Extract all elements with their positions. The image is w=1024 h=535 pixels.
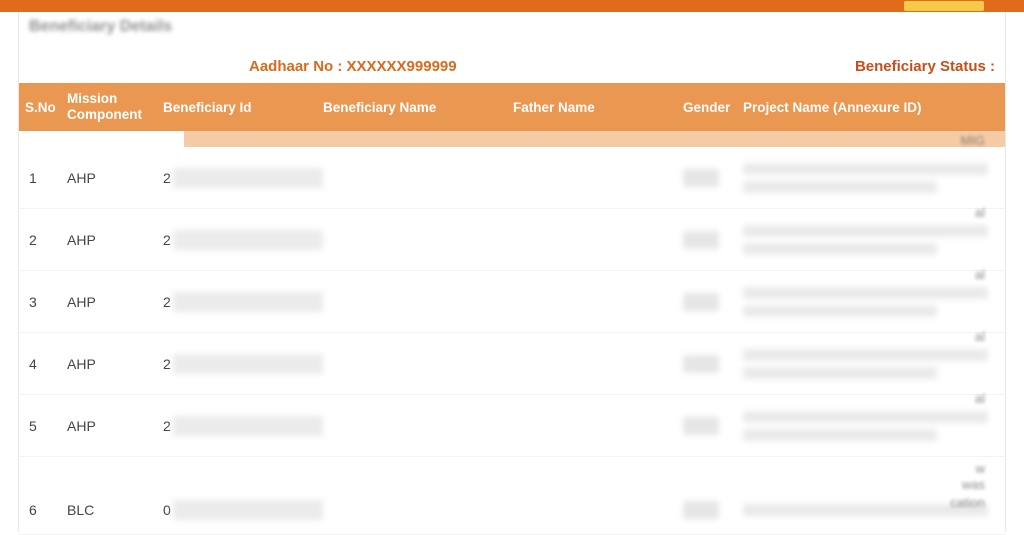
cell-sno: 4 (19, 356, 63, 372)
blur-gender (683, 293, 719, 311)
cell-mission: AHP (63, 294, 163, 310)
edge-text: al (975, 205, 985, 220)
edge-text: cation (950, 495, 985, 510)
edge-text: MIG (960, 133, 985, 148)
header-benname: Beneficiary Name (323, 100, 513, 115)
cell-mission: AHP (63, 418, 163, 434)
blur-gender (683, 417, 719, 435)
cell-sno: 2 (19, 232, 63, 248)
content-container: Beneficiary Details Aadhaar No : XXXXXX9… (18, 12, 1006, 532)
cell-project (743, 349, 1005, 379)
blur-line (743, 243, 937, 255)
cell-gender (683, 417, 743, 435)
edge-text: al (975, 391, 985, 406)
edge-text: w (976, 461, 985, 476)
header-gender: Gender (683, 100, 743, 115)
info-row: Aadhaar No : XXXXXX999999 Beneficiary St… (19, 46, 1005, 83)
table-row: 4 AHP 2 al (19, 333, 1005, 395)
cell-benid: 2 (163, 230, 323, 250)
table-row: 2 AHP 2 al (19, 209, 1005, 271)
cell-mission: AHP (63, 232, 163, 248)
blur-benid (173, 168, 323, 188)
blur-gender (683, 231, 719, 249)
cell-benid: 2 (163, 354, 323, 374)
cell-project (743, 287, 1005, 317)
blur-line (743, 181, 937, 193)
cell-gender (683, 355, 743, 373)
blur-gender (683, 355, 719, 373)
blur-line (743, 429, 937, 441)
cell-sno: 1 (19, 170, 63, 186)
cell-benid: 2 (163, 292, 323, 312)
top-bar (0, 0, 1024, 12)
cell-mission: BLC (63, 502, 163, 518)
cell-gender (683, 293, 743, 311)
blur-line (743, 163, 988, 175)
header-benid: Beneficiary Id (163, 100, 323, 115)
table-row: 6 BLC 0 cation (19, 485, 1005, 535)
cell-project (743, 163, 1005, 193)
cell-mission: AHP (63, 356, 163, 372)
blur-benid (173, 500, 323, 520)
cell-mission: AHP (63, 170, 163, 186)
blur-line (743, 225, 988, 237)
cell-gender (683, 231, 743, 249)
blur-line (743, 411, 988, 423)
blur-benid (173, 230, 323, 250)
cell-benid: 0 (163, 500, 323, 520)
table-row: 1 AHP 2 MIG (19, 147, 1005, 209)
cell-gender (683, 169, 743, 187)
top-button[interactable] (904, 1, 984, 11)
header-sub-bar (184, 131, 1005, 147)
status-label: Beneficiary Status : (855, 58, 995, 75)
blur-benid (173, 354, 323, 374)
aadhaar-label: Aadhaar No : XXXXXX999999 (249, 58, 457, 75)
header-mission: Mission Component (63, 91, 163, 123)
header-project: Project Name (Annexure ID) (743, 100, 1005, 115)
cell-benid: 2 (163, 168, 323, 188)
edge-text: al (975, 329, 985, 344)
blur-gender (683, 501, 719, 519)
cell-gender (683, 501, 743, 519)
header-father: Father Name (513, 100, 683, 115)
edge-text: al (975, 267, 985, 282)
blur-benid (173, 416, 323, 436)
cell-benid: 2 (163, 416, 323, 436)
page-title: Beneficiary Details (19, 12, 1005, 46)
table-row: 3 AHP 2 al (19, 271, 1005, 333)
blur-gender (683, 169, 719, 187)
blur-line (743, 287, 988, 299)
blur-line (743, 349, 988, 361)
table-body: 1 AHP 2 MIG 2 AHP 2 (19, 147, 1005, 535)
cell-project (743, 225, 1005, 255)
cell-sno: 3 (19, 294, 63, 310)
cell-project (743, 411, 1005, 441)
table-row: 5 AHP 2 al (19, 395, 1005, 457)
cell-sno: 5 (19, 418, 63, 434)
blur-line (743, 367, 937, 379)
cell-sno: 6 (19, 502, 63, 518)
header-sno: S.No (19, 100, 63, 115)
blur-line (743, 305, 937, 317)
table-header: S.No Mission Component Beneficiary Id Be… (19, 83, 1005, 131)
blur-benid (173, 292, 323, 312)
